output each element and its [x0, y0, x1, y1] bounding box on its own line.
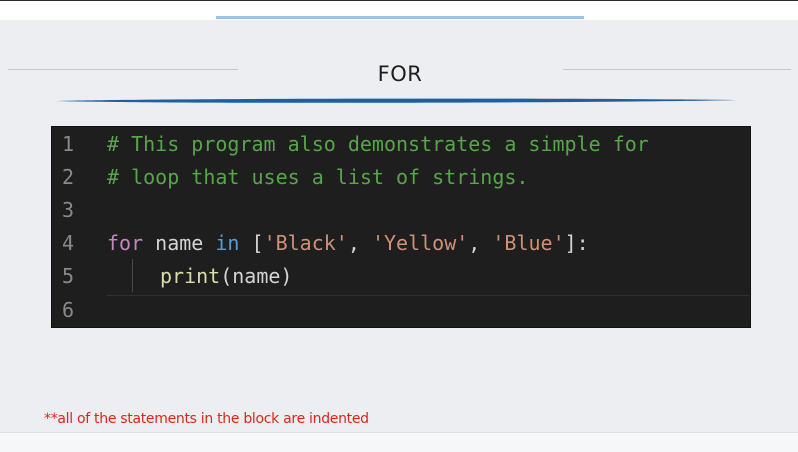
- title-rule-left: [8, 69, 238, 70]
- title-underline: [55, 98, 738, 103]
- bottom-band: [0, 432, 798, 452]
- line-number: 4: [62, 231, 75, 255]
- footnote: **all of the statements in the block are…: [44, 411, 369, 427]
- code-line: 5 print(name): [52, 260, 750, 293]
- string-token: 'Yellow': [371, 231, 469, 255]
- comment-token: # This program also demonstrates a simpl…: [107, 132, 649, 156]
- plain-token: ,: [347, 231, 372, 255]
- line-number: 5: [62, 264, 75, 288]
- code-line: 4 for name in ['Black', 'Yellow', 'Blue'…: [52, 227, 750, 260]
- string-token: 'Blue': [492, 231, 565, 255]
- comment-token: # loop that uses a list of strings.: [107, 165, 529, 189]
- line-number: 1: [62, 132, 75, 156]
- plain-token: ]:: [564, 231, 589, 255]
- top-accent-bar: [216, 16, 584, 19]
- line-number: 6: [62, 298, 75, 322]
- top-border: [0, 0, 798, 1]
- plain-token: (name): [220, 264, 293, 288]
- line-number: 3: [62, 198, 75, 222]
- keyword-token: for: [107, 231, 144, 255]
- title-rule-right: [563, 69, 791, 70]
- plain-token: [: [239, 231, 264, 255]
- code-line: 3: [52, 194, 750, 227]
- code-text: print(name): [160, 260, 292, 293]
- keyword-token: in: [215, 231, 240, 255]
- code-line: 6: [52, 294, 750, 327]
- slide-title: FOR: [377, 62, 423, 86]
- slide: FOR 1 # This program also demonstrates a…: [0, 0, 798, 452]
- line-number: 2: [62, 165, 75, 189]
- code-text: # This program also demonstrates a simpl…: [107, 128, 649, 161]
- code-line: 2 # loop that uses a list of strings.: [52, 161, 750, 194]
- string-token: 'Black': [263, 231, 348, 255]
- function-token: print: [160, 264, 221, 288]
- code-text: for name in ['Black', 'Yellow', 'Blue']:: [107, 227, 589, 260]
- code-editor: 1 # This program also demonstrates a sim…: [51, 126, 751, 328]
- plain-token: ,: [468, 231, 493, 255]
- code-line: 1 # This program also demonstrates a sim…: [52, 128, 750, 161]
- plain-token: name: [143, 231, 216, 255]
- code-text: # loop that uses a list of strings.: [107, 161, 528, 194]
